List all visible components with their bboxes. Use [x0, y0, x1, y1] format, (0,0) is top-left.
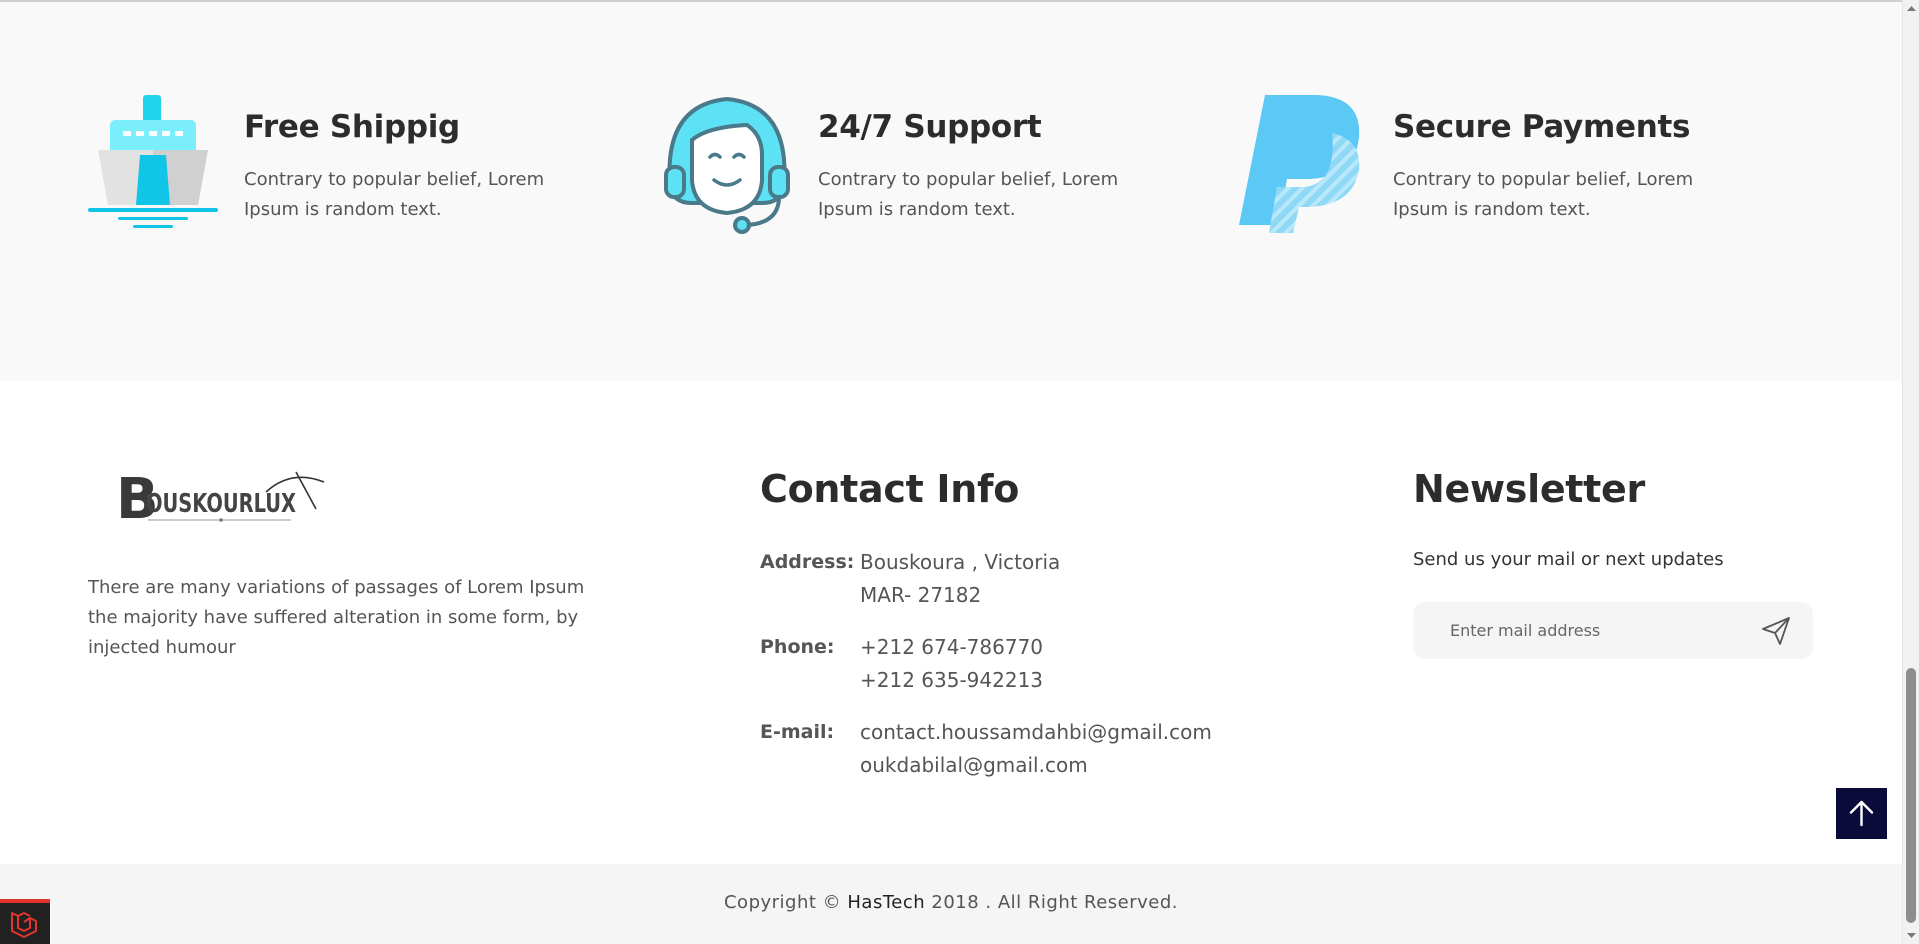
- phone-line-1: +212 674-786770: [860, 635, 1044, 659]
- scrollbar-thumb[interactable]: [1906, 668, 1916, 923]
- scroll-to-top-button[interactable]: [1836, 788, 1887, 839]
- contact-info-title: Contact Info: [760, 467, 1020, 511]
- copyright-bar: Copyright © HasTech 2018 . All Right Res…: [0, 864, 1902, 944]
- newsletter-form: [1413, 602, 1813, 659]
- newsletter-text: Send us your mail or next updates: [1413, 549, 1724, 570]
- feature-description: Contrary to popular belief, Lorem Ipsum …: [244, 169, 545, 220]
- email-line-2[interactable]: oukdabilal@gmail.com: [860, 749, 1088, 782]
- feature-title: Secure Payments: [1393, 109, 1691, 145]
- email-label: E-mail:: [760, 721, 835, 743]
- phone-line-2: +212 635-942213: [860, 668, 1044, 692]
- newsletter-title: Newsletter: [1413, 467, 1645, 511]
- support-agent-icon: [664, 96, 790, 234]
- copyright-text: Copyright © HasTech 2018 . All Right Res…: [0, 892, 1902, 913]
- send-icon[interactable]: [1759, 614, 1793, 648]
- phone-label: Phone:: [760, 636, 835, 658]
- feature-description: Contrary to popular belief, Lorem Ipsum …: [1393, 169, 1694, 220]
- features-section: Free Shippig Contrary to popular belief,…: [0, 2, 1902, 381]
- address-line-2: MAR- 27182: [860, 583, 982, 607]
- copyright-suffix: 2018 . All Right Reserved.: [925, 892, 1179, 913]
- copyright-brand-link[interactable]: HasTech: [847, 892, 925, 913]
- laravel-debugbar-badge[interactable]: [0, 899, 50, 944]
- footer-main: B OUSKOURLUX There are many variations o…: [0, 381, 1902, 864]
- laravel-icon: [11, 912, 37, 938]
- email-line-1[interactable]: contact.houssamdahbi@gmail.com: [860, 716, 1212, 749]
- ship-icon: [88, 95, 218, 228]
- copyright-prefix: Copyright ©: [723, 892, 848, 913]
- address-line-1: Bouskoura , Victoria: [860, 550, 1061, 574]
- about-text: There are many variations of passages of…: [88, 577, 585, 658]
- address-label: Address:: [760, 551, 855, 573]
- svg-text:OUSKOURLUX: OUSKOURLUX: [146, 489, 296, 519]
- feature-description: Contrary to popular belief, Lorem Ipsum …: [818, 169, 1119, 220]
- vertical-scrollbar[interactable]: [1902, 0, 1919, 944]
- scroll-up-arrow-icon[interactable]: [1903, 0, 1919, 17]
- bouskourlux-logo[interactable]: B OUSKOURLUX: [116, 464, 330, 534]
- arrow-up-icon: [1849, 800, 1874, 827]
- newsletter-email-input[interactable]: [1413, 602, 1743, 659]
- paypal-icon: [1239, 95, 1360, 233]
- scroll-down-arrow-icon[interactable]: [1903, 927, 1919, 944]
- feature-title: 24/7 Support: [818, 109, 1042, 145]
- page: Free Shippig Contrary to popular belief,…: [0, 0, 1902, 944]
- feature-title: Free Shippig: [244, 109, 460, 145]
